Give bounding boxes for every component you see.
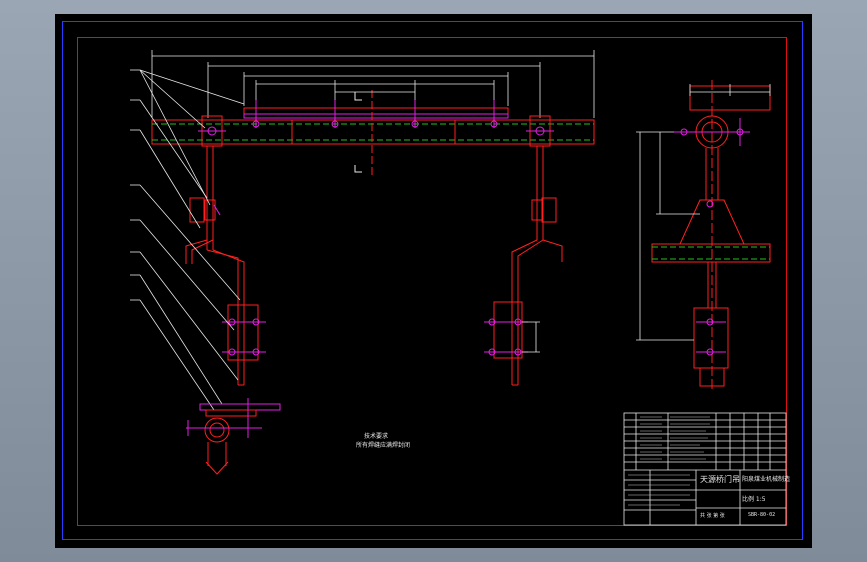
front-view: [130, 50, 595, 475]
title-sheet: 共 张 第 张: [700, 513, 725, 519]
title-block-fine-text: [628, 416, 710, 506]
title-code: SBR-80-02: [748, 512, 776, 518]
title-block: [623, 412, 787, 526]
notes-heading: 技术要求: [364, 433, 389, 440]
title-company: 阳泉煤业机械制造: [742, 476, 791, 483]
title-ratio: 比例 1:5: [742, 496, 766, 503]
side-view: [636, 80, 771, 392]
title-drawing-name: 天源桥门吊: [700, 475, 740, 484]
notes-text: 所有焊缝应满焊封闭: [356, 442, 411, 449]
